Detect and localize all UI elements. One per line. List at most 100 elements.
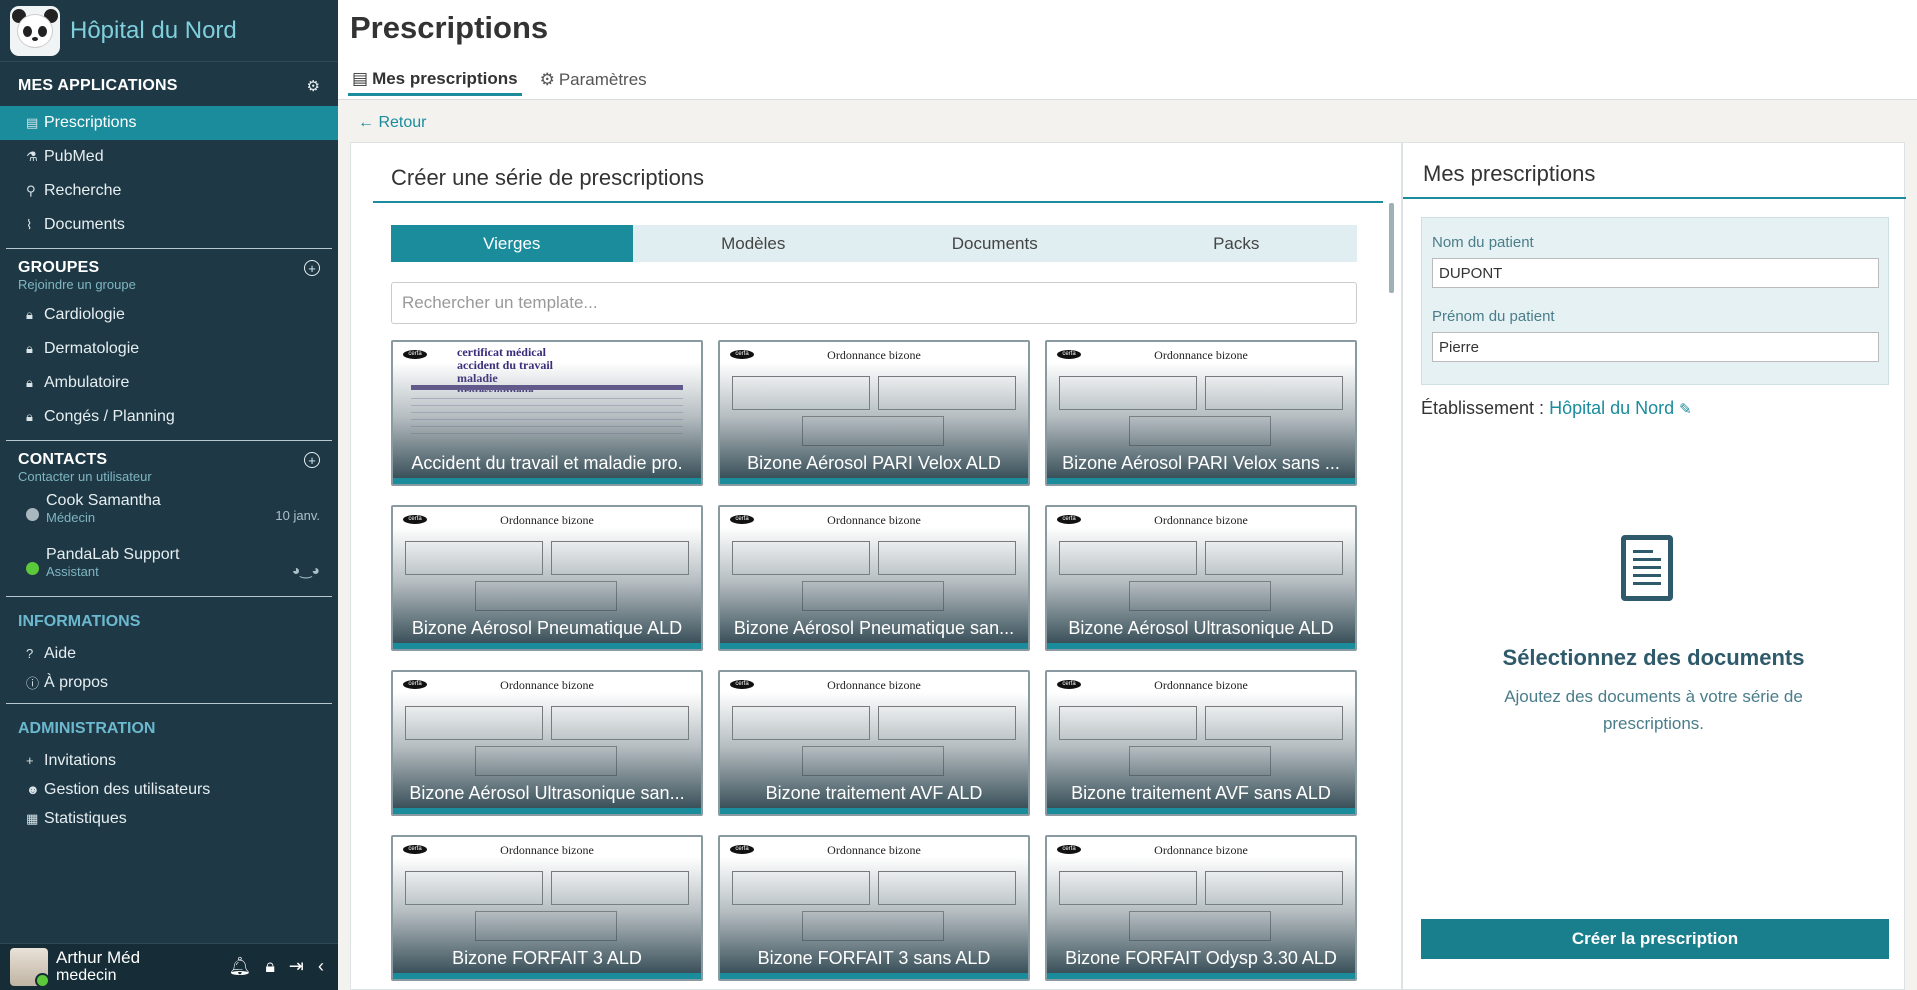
user-role: medecin <box>56 967 117 984</box>
document-icon <box>1621 535 1673 601</box>
apps-section: MES APPLICATIONS ⚙ ▤ Prescriptions ⚗ PubMed… <box>0 62 338 249</box>
sidebar-item-apropos[interactable]: ⓘ À propos <box>6 668 332 697</box>
template-card[interactable]: cerfa Ordonnance bizone Bizone FORFAIT Ody… <box>1045 835 1357 981</box>
patient-form: Nom du patient Prénom du patient <box>1421 217 1889 385</box>
sidebar-item-invitations[interactable]: + Invitations <box>6 746 332 775</box>
first-name-label: Prénom du patient <box>1432 308 1555 325</box>
brand[interactable]: Hôpital du Nord <box>0 0 338 62</box>
sidebar-item-users[interactable]: ☻ Gestion des utilisateurs <box>6 775 332 804</box>
lock-icon[interactable]: 🔒︎ <box>265 956 275 977</box>
etablissement-line: Établissement : Hôpital du Nord ✎ <box>1421 398 1692 418</box>
template-card[interactable]: cerfa Ordonnance bizone Bizone traitement … <box>1045 670 1357 816</box>
contact-date: 10 janv. <box>275 508 320 523</box>
template-card[interactable]: cerfa Ordonnance bizone Bizone Aérosol Pne… <box>718 505 1030 651</box>
status-dot <box>26 562 39 575</box>
lock-icon: 🔒︎ <box>26 341 33 356</box>
segment-modeles[interactable]: Modèles <box>633 225 875 262</box>
add-group-icon[interactable]: + <box>304 260 320 276</box>
edit-pencil-icon[interactable]: ✎ <box>1679 401 1692 418</box>
avatar[interactable] <box>10 948 50 988</box>
info-title: INFORMATIONS <box>18 613 141 630</box>
users-icon: ☻ <box>26 782 40 797</box>
sidebar-item-stats[interactable]: ▦ Statistiques <box>6 804 332 833</box>
sidebar-item-documents[interactable]: ⌇ Documents <box>6 208 332 242</box>
contact-user-link[interactable]: Contacter un utilisateur <box>6 469 332 484</box>
empty-state-title: Sélectionnez des documents <box>1502 645 1805 670</box>
segment-packs[interactable]: Packs <box>1116 225 1358 262</box>
user-bar: Arthur Méd medecin 🔔︎ 🔒︎ ⇥ ‹ <box>0 943 338 990</box>
info-icon: ⓘ <box>26 676 40 691</box>
create-panel: Créer une série de prescriptions Vierges… <box>350 142 1402 990</box>
arrow-left-icon: ← <box>358 114 374 131</box>
contact-item[interactable]: PandaLab Support Assistant ◕‿◕ <box>6 538 332 592</box>
admin-section: ADMINISTRATION + Invitations ☻ Gestion des… <box>6 704 332 833</box>
sidebar-item-pubmed[interactable]: ⚗ PubMed <box>6 140 332 174</box>
template-grid: cerfa certificat médical accident du trav… <box>391 340 1357 981</box>
contact-item[interactable]: Cook Samantha Médecin 10 janv. <box>6 484 332 538</box>
contacts-title: CONTACTS <box>18 451 108 468</box>
lock-icon: 🔒︎ <box>26 409 33 424</box>
main: Prescriptions ▤ Mes prescriptions ⚙ Paramè… <box>338 0 1917 990</box>
brand-title: Hôpital du Nord <box>70 16 237 44</box>
sidebar-item-group[interactable]: 🔒︎ Congés / Planning <box>6 400 332 434</box>
collapse-icon[interactable]: ‹ <box>318 956 324 977</box>
first-name-field[interactable] <box>1432 332 1879 362</box>
gear-icon: ⚙ <box>539 70 555 89</box>
info-section: INFORMATIONS ? Aide ⓘ À propos <box>6 597 332 704</box>
template-card[interactable]: cerfa Ordonnance bizone Bizone FORFAIT 3 s… <box>718 835 1030 981</box>
plus-icon: + <box>26 753 34 768</box>
tab-parametres[interactable]: ⚙ Paramètres <box>536 64 651 96</box>
tab-mes-prescriptions[interactable]: ▤ Mes prescriptions <box>348 64 522 96</box>
bell-icon[interactable]: 🔔︎ <box>228 956 251 977</box>
template-search-input[interactable] <box>391 282 1357 324</box>
my-prescriptions-title: Mes prescriptions <box>1423 161 1596 186</box>
template-card[interactable]: cerfa Ordonnance bizone Bizone Aérosol PAR… <box>718 340 1030 486</box>
gear-icon[interactable]: ⚙ <box>307 77 320 95</box>
template-card[interactable]: cerfa Ordonnance bizone Bizone traitement … <box>718 670 1030 816</box>
segment-vierges[interactable]: Vierges <box>391 225 633 262</box>
sidebar-item-group[interactable]: 🔒︎ Cardiologie <box>6 298 332 332</box>
sidebar-item-recherche[interactable]: ⚲ Recherche <box>6 174 332 208</box>
scrollbar[interactable] <box>1389 203 1394 293</box>
page-title: Prescriptions <box>350 10 549 45</box>
empty-state-text: Ajoutez des documents à votre série de p… <box>1504 687 1803 733</box>
paperclip-icon: ⌇ <box>26 217 33 232</box>
lock-icon: 🔒︎ <box>26 307 33 322</box>
stats-icon: ▦ <box>26 810 39 826</box>
admin-title: ADMINISTRATION <box>18 720 156 737</box>
create-prescription-button[interactable]: Créer la prescription <box>1421 919 1889 959</box>
segment-documents[interactable]: Documents <box>874 225 1116 262</box>
template-card[interactable]: cerfa Ordonnance bizone Bizone Aérosol Ult… <box>1045 505 1357 651</box>
template-card[interactable]: cerfa Ordonnance bizone Bizone Aérosol Ult… <box>391 670 703 816</box>
status-dot <box>26 508 39 521</box>
template-card[interactable]: cerfa certificat médical accident du trav… <box>391 340 703 486</box>
template-card[interactable]: cerfa Ordonnance bizone Bizone FORFAIT 3 A… <box>391 835 703 981</box>
sidebar-item-group[interactable]: 🔒︎ Dermatologie <box>6 332 332 366</box>
join-group-link[interactable]: Rejoindre un groupe <box>6 277 332 292</box>
create-panel-title: Créer une série de prescriptions <box>391 165 705 190</box>
back-link[interactable]: ← Retour <box>358 114 426 132</box>
prescription-icon: ▤ <box>26 115 39 130</box>
last-name-field[interactable] <box>1432 258 1879 288</box>
template-segments: Vierges Modèles Documents Packs <box>391 225 1357 262</box>
sidebar-item-aide[interactable]: ? Aide <box>6 639 332 668</box>
groups-title: GROUPES <box>18 259 100 276</box>
apps-title: MES APPLICATIONS <box>18 77 178 94</box>
contacts-section: CONTACTS + Contacter un utilisateur Cook … <box>6 441 332 597</box>
document-icon: ▤ <box>352 68 369 88</box>
panda-icon: ◕‿◕ <box>291 562 320 578</box>
topbar: Prescriptions ▤ Mes prescriptions ⚙ Paramè… <box>338 0 1917 100</box>
logout-icon[interactable]: ⇥ <box>289 956 304 977</box>
groups-section: GROUPES + Rejoindre un groupe 🔒︎ Cardiolog… <box>6 249 332 441</box>
sidebar: Hôpital du Nord MES APPLICATIONS ⚙ ▤ Presc… <box>0 0 338 990</box>
user-name: Arthur Méd <box>56 948 141 967</box>
sidebar-item-group[interactable]: 🔒︎ Ambulatoire <box>6 366 332 400</box>
panda-logo-icon <box>10 5 60 56</box>
sidebar-item-prescriptions[interactable]: ▤ Prescriptions <box>0 106 338 140</box>
template-card[interactable]: cerfa Ordonnance bizone Bizone Aérosol Pne… <box>391 505 703 651</box>
add-contact-icon[interactable]: + <box>304 452 320 468</box>
etablissement-link[interactable]: Hôpital du Nord <box>1549 398 1674 418</box>
pubmed-icon: ⚗ <box>26 149 38 164</box>
template-card[interactable]: cerfa Ordonnance bizone Bizone Aérosol PAR… <box>1045 340 1357 486</box>
my-prescriptions-panel: Mes prescriptions Nom du patient Prénom … <box>1402 142 1906 990</box>
